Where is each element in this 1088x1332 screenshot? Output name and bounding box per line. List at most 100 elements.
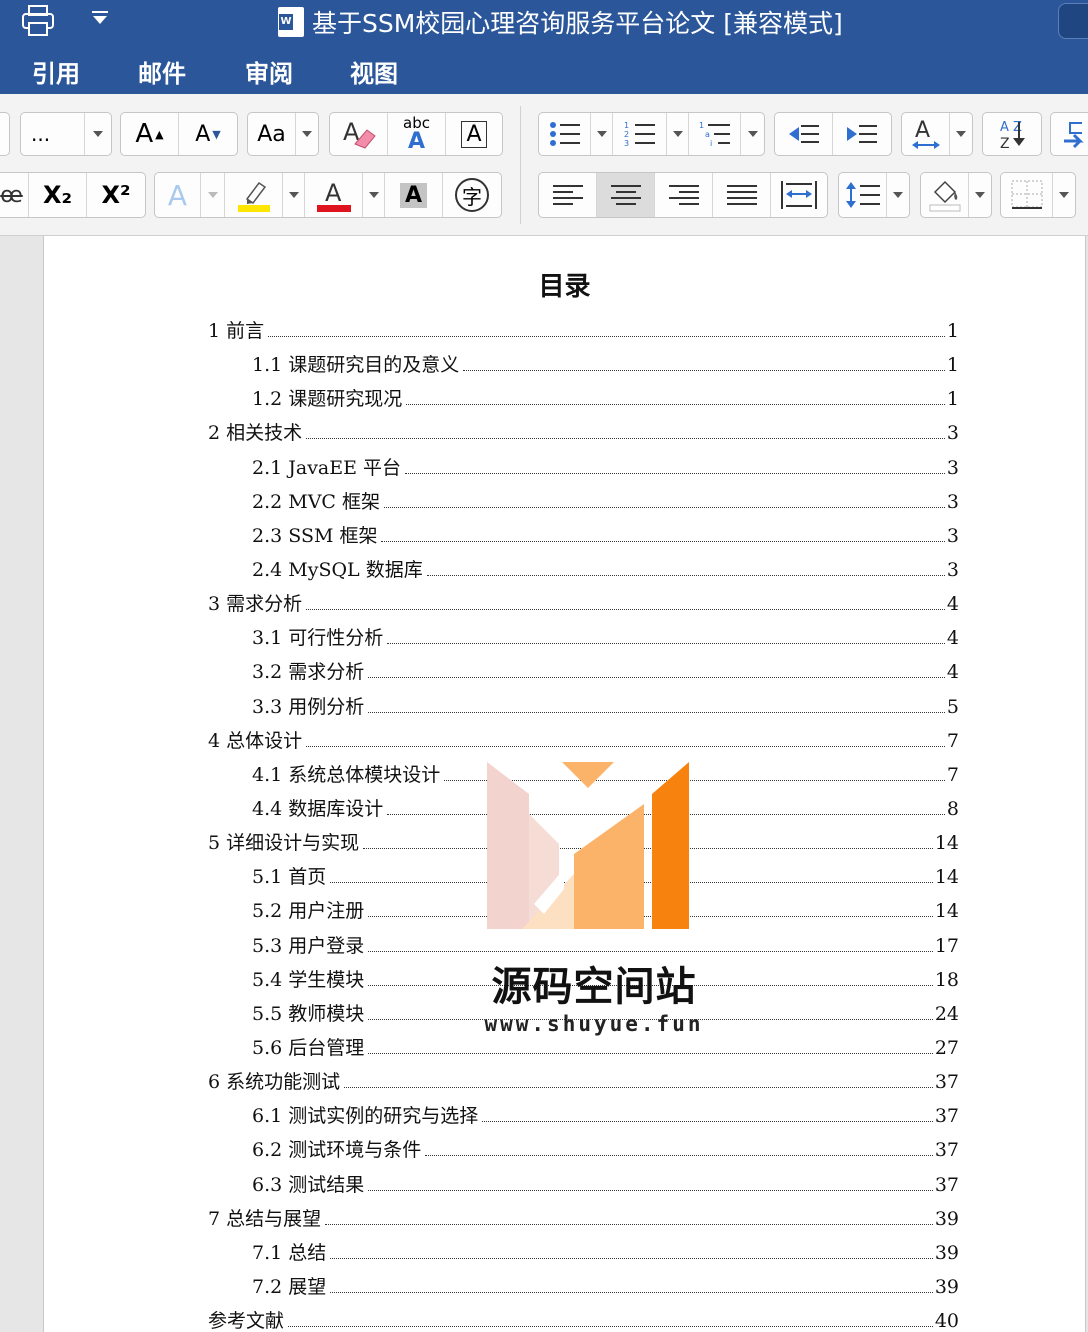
toc-entry[interactable]: 3 需求分析 4 [208, 589, 959, 616]
toc-entry-label: 参考文献 [208, 1310, 285, 1332]
toc-entry-page: 37 [934, 1105, 959, 1128]
shrink-font-button[interactable]: A ▼ [179, 113, 237, 155]
text-glow-dropdown[interactable] [201, 173, 225, 217]
char-border-button[interactable]: A [446, 113, 502, 155]
toc-entry[interactable]: 3.3 用例分析 5 [252, 692, 959, 719]
superscript-button[interactable]: X² [87, 173, 145, 217]
borders-dropdown[interactable] [1053, 173, 1075, 217]
shading-group [920, 172, 992, 218]
text-effects-button[interactable]: abc A [388, 113, 446, 155]
text-effects-glyph: A [407, 128, 426, 154]
chevron-down-icon[interactable] [90, 10, 110, 26]
tab-view[interactable]: 视图 [350, 54, 398, 89]
toc-entry[interactable]: 2.2 MVC 框架 3 [252, 487, 959, 514]
toc-entry[interactable]: 3.2 需求分析 4 [252, 657, 959, 684]
triangle-down-icon: ▼ [212, 127, 221, 141]
toc-entry[interactable]: 2.4 MySQL 数据库 3 [252, 555, 959, 582]
toc-entry-label: 6.2 测试环境与条件 [252, 1139, 422, 1162]
toc-entry[interactable]: 7 总结与展望 39 [208, 1204, 959, 1231]
svg-text:a: a [705, 130, 710, 139]
bullets-dropdown[interactable] [591, 113, 613, 155]
tab-mailings[interactable]: 邮件 [138, 54, 186, 89]
search-box[interactable] [1058, 3, 1088, 39]
change-case-button[interactable]: Aa [248, 113, 296, 155]
borders-button[interactable] [1001, 173, 1053, 217]
toc-entry[interactable]: 7.2 展望 39 [252, 1272, 959, 1299]
font-size-box[interactable]: ... [20, 112, 112, 156]
subscript-button[interactable]: X₂ [29, 173, 87, 217]
toc-entry[interactable]: 参考文献 40 [208, 1306, 959, 1332]
toolbar-separator [520, 106, 521, 224]
distributed-button[interactable] [771, 173, 827, 217]
font-size-value[interactable]: ... [21, 113, 85, 155]
toc-entry[interactable]: 6.3 测试结果 37 [252, 1170, 959, 1197]
toc-entry[interactable]: 6 系统功能测试 37 [208, 1067, 959, 1094]
sort-button[interactable]: A ZZ [982, 112, 1042, 156]
strikethrough-button[interactable]: œ [0, 173, 29, 217]
toc-entry[interactable]: 1.2 课题研究现况 1 [252, 384, 959, 411]
change-case-dropdown[interactable] [296, 113, 318, 155]
toc-entry[interactable]: 2.3 SSM 框架 3 [252, 521, 959, 548]
toc-leader-dots [306, 438, 945, 440]
line-spacing-button[interactable] [839, 173, 887, 217]
toc-entry[interactable]: 2 相关技术 3 [208, 418, 959, 445]
shading-dropdown[interactable] [969, 173, 991, 217]
font-color-group: A A A 字 [154, 172, 502, 218]
text-direction-dropdown[interactable] [950, 113, 972, 155]
toc-entry[interactable]: 6.1 测试实例的研究与选择 37 [252, 1101, 959, 1128]
font-color-dropdown[interactable] [363, 173, 385, 217]
align-right-button[interactable] [655, 173, 713, 217]
toc-entry[interactable]: 6.2 测试环境与条件 37 [252, 1135, 959, 1162]
toc-entry[interactable]: 2.1 JavaEE 平台 3 [252, 453, 959, 480]
text-direction-button[interactable]: A [902, 113, 950, 155]
toc-leader-dots [330, 1257, 933, 1259]
window-title: 基于SSM校园心理咨询服务平台论文 [兼容模式] [278, 3, 843, 41]
text-glow-button[interactable]: A [155, 173, 201, 217]
document-area[interactable]: 目录 1 前言 1 1.1 课题研究目的及意义 1 1.2 课题研究现况 1 2 相关技术 3… [0, 236, 1088, 1332]
font-name-box[interactable] [0, 112, 10, 156]
toc-entry[interactable]: 7.1 总结 39 [252, 1238, 959, 1265]
document-page[interactable]: 目录 1 前言 1 1.1 课题研究目的及意义 1 1.2 课题研究现况 1 2 相关技术 3… [43, 236, 1086, 1332]
svg-text:1: 1 [624, 121, 629, 130]
toc-entry-page: 1 [946, 388, 959, 411]
char-shading-button[interactable]: A [385, 173, 443, 217]
toc-entry[interactable]: 1 前言 1 [208, 316, 959, 343]
justify-button[interactable] [713, 173, 771, 217]
align-center-button[interactable] [597, 173, 655, 217]
printer-icon[interactable] [20, 4, 56, 38]
toc-entry-page: 3 [946, 490, 959, 513]
enclose-char-button[interactable]: 字 [443, 173, 501, 217]
alignment-group [538, 172, 828, 218]
multilevel-list-button[interactable]: 1ai [689, 113, 741, 155]
font-color-button[interactable]: A [305, 173, 363, 217]
toc-entry[interactable]: 3.1 可行性分析 4 [252, 623, 959, 650]
toc-leader-dots [368, 677, 945, 679]
bullets-button[interactable] [539, 113, 591, 155]
decrease-indent-button[interactable] [775, 113, 833, 155]
numbering-dropdown[interactable] [667, 113, 689, 155]
toc-entry[interactable]: 1.1 课题研究目的及意义 1 [252, 350, 959, 377]
align-left-button[interactable] [539, 173, 597, 217]
increase-indent-button[interactable] [833, 113, 891, 155]
multilevel-list-dropdown[interactable] [741, 113, 764, 155]
font-size-dropdown[interactable] [85, 113, 111, 155]
line-spacing-dropdown[interactable] [887, 173, 909, 217]
paint-bucket-icon [929, 180, 960, 212]
clear-format-button[interactable]: A [330, 113, 388, 155]
highlight-dropdown[interactable] [283, 173, 305, 217]
grow-font-button[interactable]: A ▲ [121, 113, 179, 155]
paragraph-mark-button[interactable] [1050, 112, 1088, 156]
justify-icon [726, 185, 757, 205]
toc-entry-label: 1.2 课题研究现况 [252, 388, 403, 411]
toc-entry-page: 39 [934, 1207, 959, 1230]
shading-button[interactable] [921, 173, 969, 217]
distributed-icon [781, 181, 817, 209]
numbering-button[interactable]: 123 [613, 113, 667, 155]
toc-entry-label: 5.5 教师模块 [252, 1002, 365, 1025]
toc-entry-label: 6.3 测试结果 [252, 1173, 365, 1196]
tab-references[interactable]: 引用 [32, 54, 80, 89]
tab-review[interactable]: 审阅 [245, 54, 293, 89]
toc-leader-dots [387, 643, 945, 645]
toc-entry[interactable]: 4 总体设计 7 [208, 726, 959, 753]
highlight-button[interactable] [225, 173, 283, 217]
